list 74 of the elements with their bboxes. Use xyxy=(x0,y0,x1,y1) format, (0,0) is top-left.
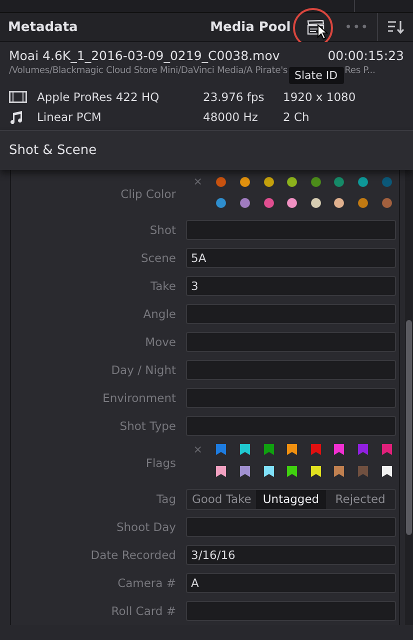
color-swatch[interactable] xyxy=(240,176,250,186)
flag-icon[interactable] xyxy=(287,466,298,477)
color-swatch[interactable] xyxy=(358,176,368,186)
clip-name: Moai 4.6K_1_2016-03-09_0219_C0038.mov xyxy=(9,48,280,63)
color-swatch[interactable] xyxy=(334,198,344,208)
panel-title: Metadata xyxy=(8,20,79,34)
color-swatch[interactable] xyxy=(334,176,344,186)
flag-icon[interactable] xyxy=(310,466,321,477)
tag-option[interactable]: Good Take xyxy=(187,490,256,508)
field-label: Move xyxy=(144,335,176,349)
flag-icon[interactable] xyxy=(382,466,392,477)
text-field[interactable] xyxy=(186,388,396,408)
format-label: 1920 x 1080 xyxy=(283,90,357,104)
clip-duration: 00:00:15:23 xyxy=(328,48,404,63)
film-strip-icon xyxy=(9,91,27,103)
field-label: Flags xyxy=(144,456,176,470)
flag-icon[interactable] xyxy=(264,466,274,477)
text-field[interactable] xyxy=(186,416,396,436)
media-pool-label[interactable]: Media Pool xyxy=(210,20,291,34)
text-field[interactable] xyxy=(186,517,396,537)
text-field[interactable] xyxy=(186,332,396,352)
clapperboard-icon xyxy=(306,20,325,34)
flag-icon[interactable] xyxy=(240,466,250,477)
text-field[interactable] xyxy=(186,220,396,240)
clip-path: Res P... xyxy=(344,65,376,76)
field-label: Shoot Day xyxy=(115,520,176,534)
color-swatch[interactable] xyxy=(216,198,226,208)
color-swatch[interactable] xyxy=(382,176,392,186)
color-swatch[interactable] xyxy=(287,198,298,208)
text-field[interactable]: 5A xyxy=(186,248,396,268)
flag-icon[interactable] xyxy=(216,466,226,477)
cursor-icon xyxy=(316,24,328,40)
clip-path: /Volumes/Blackmagic Cloud Store Mini/DaVinci Media/A Pirate's xyxy=(9,65,288,76)
text-field[interactable]: 3/16/16 xyxy=(186,545,396,565)
text-field[interactable]: A xyxy=(186,573,396,593)
field-label: Scene xyxy=(140,251,176,265)
field-label: Take xyxy=(150,279,176,293)
field-label: Shot Type xyxy=(118,419,176,433)
field-label: Shot xyxy=(148,223,176,237)
color-swatch[interactable] xyxy=(264,198,274,208)
text-field[interactable] xyxy=(186,601,396,621)
rate-label: 48000 Hz xyxy=(203,110,259,124)
field-label: Date Recorded xyxy=(90,548,176,562)
text-field[interactable] xyxy=(186,304,396,324)
text-field[interactable]: 3 xyxy=(186,276,396,296)
field-label: Roll Card # xyxy=(110,604,176,618)
color-swatch[interactable] xyxy=(382,198,392,208)
color-swatch[interactable] xyxy=(310,198,321,208)
color-swatch[interactable] xyxy=(287,176,298,186)
color-swatch[interactable] xyxy=(310,176,321,186)
field-label: Camera # xyxy=(116,576,176,590)
field-label: Clip Color xyxy=(120,187,176,201)
format-label: 2 Ch xyxy=(283,110,310,124)
field-label: Tag xyxy=(156,492,176,506)
tag-option[interactable]: Untagged xyxy=(256,490,326,508)
field-label: Environment xyxy=(102,391,176,405)
color-swatch[interactable] xyxy=(240,198,250,208)
codec-label: Linear PCM xyxy=(37,110,102,124)
rate-label: 23.976 fps xyxy=(203,90,266,104)
field-label: Angle xyxy=(142,307,176,321)
music-note-icon xyxy=(9,110,23,124)
tooltip: Slate ID xyxy=(288,67,344,84)
color-swatch[interactable] xyxy=(216,176,226,186)
color-swatch[interactable] xyxy=(264,176,274,186)
text-field[interactable] xyxy=(186,360,396,380)
field-label: Day / Night xyxy=(110,363,176,377)
color-swatch[interactable] xyxy=(358,198,368,208)
codec-label: Apple ProRes 422 HQ xyxy=(37,90,160,104)
flag-icon[interactable] xyxy=(287,444,298,455)
tag-option[interactable]: Rejected xyxy=(326,490,395,508)
flag-icon[interactable] xyxy=(240,444,250,455)
scrollbar[interactable] xyxy=(405,170,413,625)
section-header[interactable]: Shot & Scene xyxy=(0,130,413,170)
sort-icon xyxy=(386,20,404,34)
